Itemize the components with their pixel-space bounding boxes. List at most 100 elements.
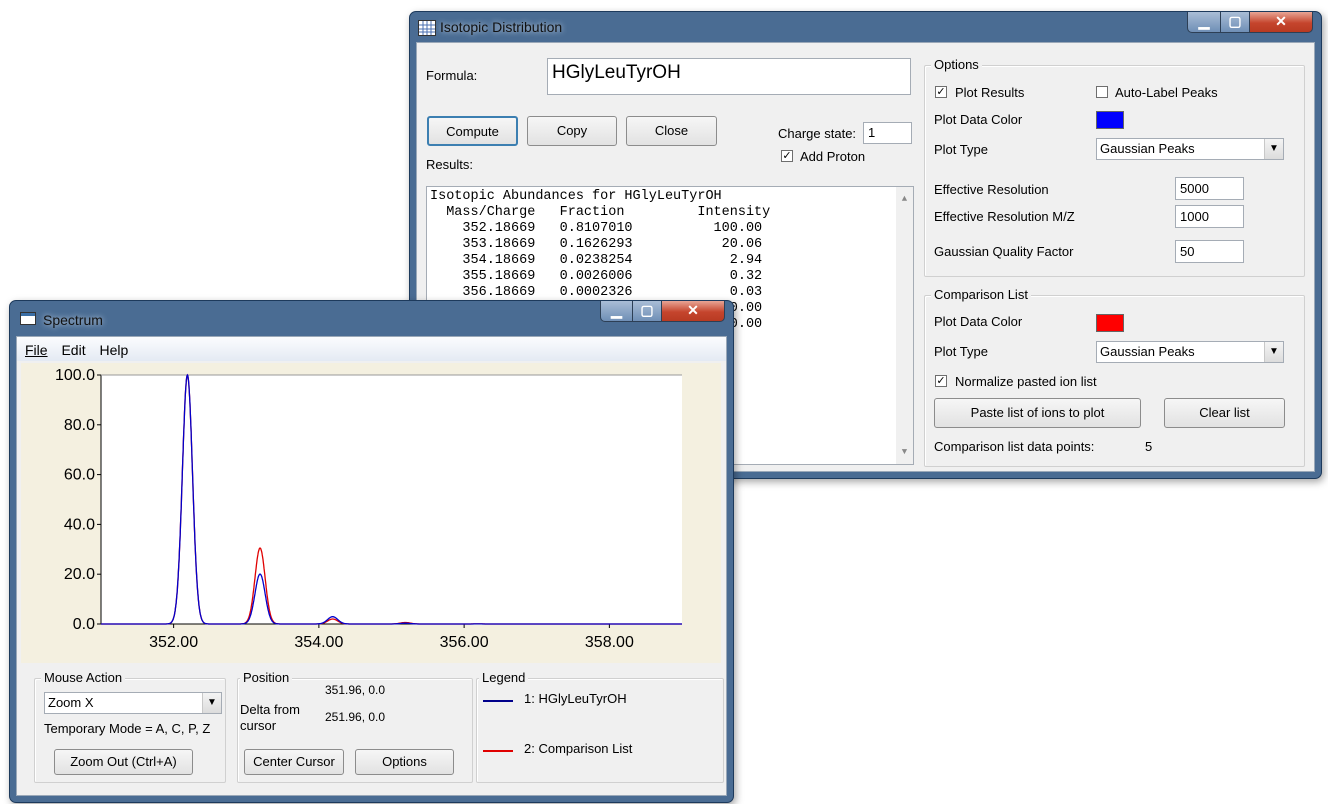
mouse-mode-select[interactable]: Zoom X ▼ bbox=[44, 692, 222, 714]
x-tick-label: 354.00 bbox=[294, 634, 343, 651]
plot-area[interactable]: 0.0 20.0 40.0 60.0 80.0 100.0 352.00 354.00 356.… bbox=[21, 363, 721, 663]
compute-button[interactable]: Compute bbox=[427, 116, 518, 146]
plot-type-select[interactable]: Gaussian Peaks ▼ bbox=[1096, 138, 1284, 160]
menu-file[interactable]: File bbox=[25, 342, 48, 358]
auto-label-checkbox[interactable] bbox=[1096, 86, 1108, 98]
delta-label: Delta from cursor bbox=[240, 702, 300, 733]
auto-label-label: Auto-Label Peaks bbox=[1115, 85, 1218, 100]
y-tick-label: 40.0 bbox=[64, 516, 95, 533]
y-tick-label: 0.0 bbox=[73, 616, 95, 633]
app-icon bbox=[418, 20, 436, 36]
comparison-points-label: Comparison list data points: bbox=[934, 439, 1095, 454]
menu-edit[interactable]: Edit bbox=[61, 342, 85, 358]
comparison-plot-type-select[interactable]: Gaussian Peaks ▼ bbox=[1096, 341, 1284, 363]
mouse-action-title: Mouse Action bbox=[41, 670, 126, 685]
plot-color-label: Plot Data Color bbox=[934, 112, 1023, 127]
close-icon: ✕ bbox=[687, 302, 699, 318]
results-label: Results: bbox=[426, 157, 473, 172]
options-button[interactable]: Options bbox=[355, 749, 454, 775]
spectrum-client: File Edit Help 0.0 20.0 40.0 60.0 80.0 100.0 3… bbox=[16, 336, 727, 796]
eff-res-input[interactable]: 5000 bbox=[1175, 177, 1244, 200]
gaussian-quality-label: Gaussian Quality Factor bbox=[934, 244, 1074, 259]
maximize-icon: ▢ bbox=[640, 302, 654, 318]
x-tick-label: 352.00 bbox=[149, 634, 198, 651]
comparison-color-label: Plot Data Color bbox=[934, 314, 1023, 329]
x-tick-label: 358.00 bbox=[585, 634, 634, 651]
zoom-out-button[interactable]: Zoom Out (Ctrl+A) bbox=[54, 749, 193, 775]
legend-label-2: 2: Comparison List bbox=[524, 741, 633, 756]
position-title: Position bbox=[240, 670, 293, 685]
maximize-icon: ▢ bbox=[1228, 13, 1242, 29]
spectrum-chart[interactable]: 0.0 20.0 40.0 60.0 80.0 100.0 352.00 354.00 356.… bbox=[21, 363, 721, 663]
eff-res-mz-input[interactable]: 1000 bbox=[1175, 205, 1244, 228]
legend-title: Legend bbox=[479, 670, 529, 685]
clear-list-button[interactable]: Clear list bbox=[1164, 398, 1285, 428]
add-proton-label: Add Proton bbox=[800, 149, 866, 164]
maximize-button[interactable]: ▢ bbox=[1220, 12, 1250, 33]
minimize-icon: ▁ bbox=[1198, 13, 1210, 29]
comparison-group: Comparison List Plot Data Color Plot Typ… bbox=[924, 287, 1305, 467]
cursor-position-value: 351.96, 0.0 bbox=[325, 683, 386, 697]
spectrum-app-icon bbox=[20, 312, 36, 325]
close-window-button[interactable]: ✕ bbox=[1249, 12, 1313, 33]
window-title: Isotopic Distribution bbox=[440, 19, 563, 35]
legend-group: Legend 1: HGlyLeuTyrOH 2: Comparison Lis… bbox=[476, 670, 724, 783]
close-button[interactable]: Close bbox=[626, 116, 717, 146]
chevron-down-icon[interactable]: ▼ bbox=[1264, 342, 1283, 362]
formula-label: Formula: bbox=[426, 68, 478, 83]
legend-line-2 bbox=[483, 750, 513, 752]
scroll-up-icon[interactable]: ▲ bbox=[896, 191, 913, 207]
comparison-color-swatch[interactable] bbox=[1096, 314, 1124, 332]
copy-button[interactable]: Copy bbox=[527, 116, 617, 146]
spectrum-window: Spectrum ▁ ▢ ✕ File Edit Help 0.0 20.0 40.… bbox=[9, 300, 734, 803]
normalize-label: Normalize pasted ion list bbox=[955, 374, 1097, 389]
chevron-down-icon[interactable]: ▼ bbox=[202, 693, 221, 713]
options-group: Options ✓ Plot Results Auto-Label Peaks … bbox=[924, 57, 1305, 277]
charge-state-input[interactable]: 1 bbox=[863, 122, 912, 144]
plot-results-label: Plot Results bbox=[955, 85, 1025, 100]
plot-background bbox=[101, 375, 682, 624]
center-cursor-button[interactable]: Center Cursor bbox=[244, 749, 344, 775]
normalize-checkbox[interactable]: ✓ bbox=[935, 375, 947, 387]
spectrum-maximize-button[interactable]: ▢ bbox=[632, 301, 662, 322]
mouse-action-group: Mouse Action Zoom X ▼ Temporary Mode = A… bbox=[34, 670, 226, 783]
menu-help[interactable]: Help bbox=[99, 342, 128, 358]
plot-results-checkbox[interactable]: ✓ bbox=[935, 86, 947, 98]
grid-icon bbox=[419, 21, 435, 35]
scroll-down-icon[interactable]: ▼ bbox=[896, 444, 913, 460]
plot-color-swatch[interactable] bbox=[1096, 111, 1124, 129]
gaussian-quality-input[interactable]: 50 bbox=[1175, 240, 1244, 263]
y-tick-label: 100.0 bbox=[55, 367, 95, 384]
minimize-button[interactable]: ▁ bbox=[1187, 12, 1221, 33]
legend-label-1: 1: HGlyLeuTyrOH bbox=[524, 691, 627, 706]
y-tick-label: 80.0 bbox=[64, 417, 95, 434]
plot-type-label: Plot Type bbox=[934, 142, 988, 157]
mouse-mode-value: Zoom X bbox=[48, 695, 94, 710]
chevron-down-icon[interactable]: ▼ bbox=[1264, 139, 1283, 159]
close-icon: ✕ bbox=[1275, 13, 1287, 29]
minimize-icon: ▁ bbox=[611, 302, 622, 318]
comparison-title: Comparison List bbox=[931, 287, 1031, 302]
eff-res-label: Effective Resolution bbox=[934, 182, 1049, 197]
spectrum-close-button[interactable]: ✕ bbox=[661, 301, 725, 322]
spectrum-title: Spectrum bbox=[43, 312, 103, 328]
iso-titlebar[interactable]: Isotopic Distribution ▁ ▢ ✕ bbox=[410, 12, 1321, 42]
spectrum-titlebar[interactable]: Spectrum ▁ ▢ ✕ bbox=[10, 301, 733, 331]
paste-ions-button[interactable]: Paste list of ions to plot bbox=[934, 398, 1141, 428]
eff-res-mz-label: Effective Resolution M/Z bbox=[934, 209, 1075, 224]
comparison-points-value: 5 bbox=[1145, 439, 1153, 454]
x-tick-label: 356.00 bbox=[440, 634, 489, 651]
y-tick-label: 60.0 bbox=[64, 467, 95, 484]
comparison-plot-type-value: Gaussian Peaks bbox=[1100, 344, 1195, 359]
charge-state-label: Charge state: bbox=[778, 126, 857, 141]
add-proton-checkbox[interactable]: ✓ bbox=[781, 150, 793, 162]
formula-input[interactable]: HGlyLeuTyrOH bbox=[547, 58, 911, 95]
plot-type-value: Gaussian Peaks bbox=[1100, 141, 1195, 156]
spectrum-minimize-button[interactable]: ▁ bbox=[600, 301, 633, 322]
position-group: Position 351.96, 0.0 Delta from cursor 2… bbox=[237, 670, 473, 783]
comparison-plot-type-label: Plot Type bbox=[934, 344, 988, 359]
menu-bar: File Edit Help bbox=[17, 337, 726, 361]
options-title: Options bbox=[931, 57, 982, 72]
y-tick-label: 20.0 bbox=[64, 566, 95, 583]
results-scrollbar[interactable]: ▲ ▼ bbox=[896, 187, 913, 464]
